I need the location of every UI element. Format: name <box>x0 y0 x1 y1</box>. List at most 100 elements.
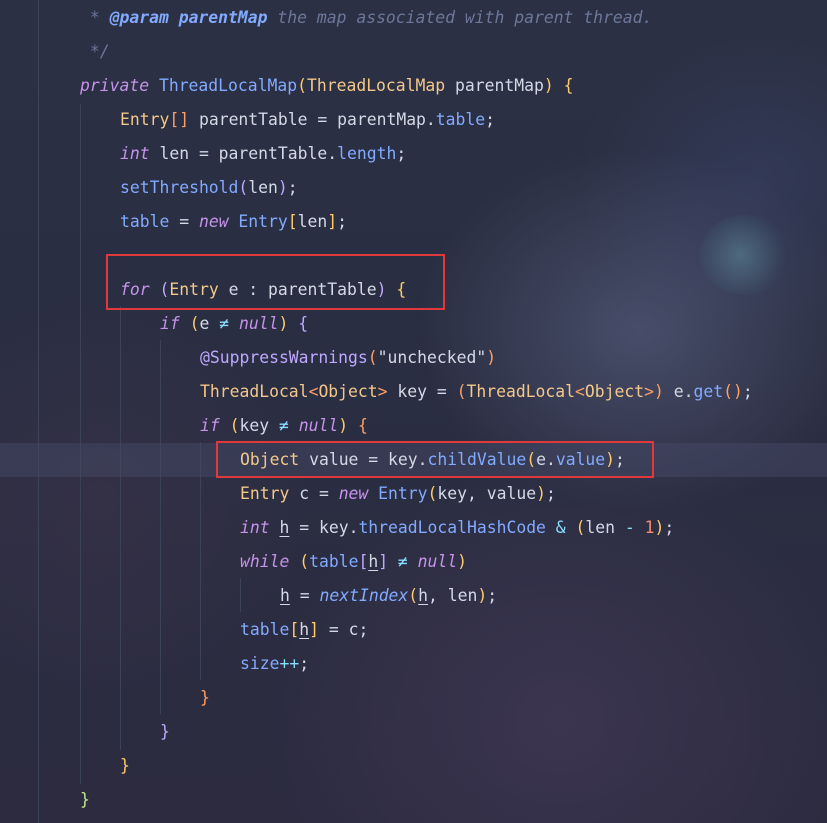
paren: ) <box>278 314 289 333</box>
code-line-10[interactable]: @SuppressWarnings("unchecked") <box>200 341 496 375</box>
comment-prefix: * <box>80 8 110 27</box>
highlight-box-child-value <box>216 441 654 478</box>
paren: ) <box>457 552 468 571</box>
param-type: ThreadLocalMap <box>306 76 446 95</box>
code-line-21[interactable]: } <box>160 715 170 749</box>
code-line-1[interactable]: * @param parentMap the map associated wi… <box>80 1 653 35</box>
code-line-3[interactable]: private ThreadLocalMap(ThreadLocalMap pa… <box>80 69 573 103</box>
type-object: Object <box>318 382 378 401</box>
semicolon: ; <box>299 654 310 673</box>
paren: ) <box>277 178 288 197</box>
code-line-18[interactable]: table[h] = c; <box>240 613 368 647</box>
code-line-12[interactable]: if (key ≠ null) { <box>200 409 368 443</box>
code-line-20[interactable]: } <box>200 681 210 715</box>
paren: () <box>723 382 743 401</box>
code-text: c = <box>289 484 339 503</box>
semicolon: ; <box>396 144 407 163</box>
keyword-private: private <box>80 76 150 95</box>
highlight-box-for-loop <box>106 254 445 310</box>
paren: ( <box>367 348 378 367</box>
code-line-7[interactable]: table = new Entry[len]; <box>120 205 347 239</box>
type-threadlocal: ThreadLocal <box>466 382 576 401</box>
field-table: table <box>435 110 486 129</box>
argument: len <box>297 212 328 231</box>
brace: { <box>553 76 574 95</box>
code-line-6[interactable]: setThreshold(len); <box>120 171 298 205</box>
paren: ( <box>238 178 249 197</box>
semicolon: ; <box>664 518 675 537</box>
semicolon: ; <box>487 586 498 605</box>
paren: ( <box>456 382 467 401</box>
paren: ) <box>654 382 664 401</box>
closing-brace: } <box>200 688 210 707</box>
semicolon: ; <box>742 382 753 401</box>
semicolon: ; <box>485 110 496 129</box>
code-text: e <box>199 314 220 333</box>
bracket: ] <box>327 212 338 231</box>
variable-h: h <box>368 552 379 571</box>
semicolon: ; <box>545 484 556 503</box>
javadoc-param-name: parentMap <box>168 8 268 27</box>
method-call: setThreshold <box>120 178 239 197</box>
code-line-15[interactable]: int h = key.threadLocalHashCode & (len -… <box>240 511 674 545</box>
code-line-9[interactable]: if (e ≠ null) { <box>160 307 308 341</box>
method-get: get <box>693 382 724 401</box>
code-line-16[interactable]: while (table[h] ≠ null) <box>240 545 467 579</box>
keyword-int: int <box>240 518 270 537</box>
operator: = <box>289 586 320 605</box>
operator-and: & <box>545 518 576 537</box>
background-artwork <box>700 215 790 295</box>
constructor-name: ThreadLocalMap <box>158 76 298 95</box>
keyword-while: while <box>240 552 290 571</box>
paren: ) <box>338 416 349 435</box>
bracket: [ <box>287 212 298 231</box>
paren: ( <box>219 416 240 435</box>
code-text: parentTable = parentMap. <box>189 110 436 129</box>
brace: { <box>348 416 368 435</box>
keyword-null: null <box>288 416 339 435</box>
code-line-5[interactable]: int len = parentTable.length; <box>120 137 406 171</box>
param-name: parentMap <box>445 76 544 95</box>
code-text: = key. <box>289 518 359 537</box>
annotation: @SuppressWarnings <box>200 348 368 367</box>
closing-brace: } <box>80 790 90 809</box>
angle-bracket: < <box>308 382 319 401</box>
paren: ) <box>654 518 665 537</box>
variable-h: h <box>418 586 429 605</box>
static-method-nextindex: nextIndex <box>319 586 409 605</box>
indent-guide <box>160 340 161 714</box>
code-text: key <box>239 416 279 435</box>
operator-increment: ++ <box>279 654 300 673</box>
code-editor[interactable]: * @param parentMap the map associated wi… <box>0 0 827 823</box>
field-table: table <box>309 552 359 571</box>
operator: = <box>169 212 199 231</box>
paren: ( <box>297 76 307 95</box>
keyword-if: if <box>160 314 180 333</box>
code-line-22[interactable]: } <box>120 749 130 783</box>
string-literal: "unchecked" <box>377 348 487 367</box>
paren: ) <box>536 484 546 503</box>
code-line-11[interactable]: ThreadLocal<Object> key = (ThreadLocal<O… <box>200 375 753 409</box>
variable-h: h <box>279 518 290 537</box>
paren: ( <box>575 518 586 537</box>
javadoc-tag: @param <box>109 8 169 27</box>
paren: ) <box>486 348 497 367</box>
code-line-19[interactable]: size++; <box>240 647 309 681</box>
code-text: key = <box>387 382 457 401</box>
field-threadlocalhashcode: threadLocalHashCode <box>358 518 546 537</box>
number-literal: 1 <box>644 518 655 537</box>
indent-guide <box>240 578 241 612</box>
code-line-4[interactable]: Entry[] parentTable = parentMap.table; <box>120 103 495 137</box>
paren: ( <box>289 552 310 571</box>
variable-h: h <box>299 620 310 639</box>
code-line-2[interactable]: */ <box>80 35 110 69</box>
keyword-int: int <box>120 144 150 163</box>
code-line-23[interactable]: } <box>80 783 90 817</box>
type-threadlocal: ThreadLocal <box>200 382 309 401</box>
code-line-14[interactable]: Entry c = new Entry(key, value); <box>240 477 556 511</box>
keyword-null: null <box>407 552 458 571</box>
brace: { <box>288 314 309 333</box>
code-line-17[interactable]: h = nextIndex(h, len); <box>280 579 497 613</box>
bracket: ] <box>309 620 319 639</box>
